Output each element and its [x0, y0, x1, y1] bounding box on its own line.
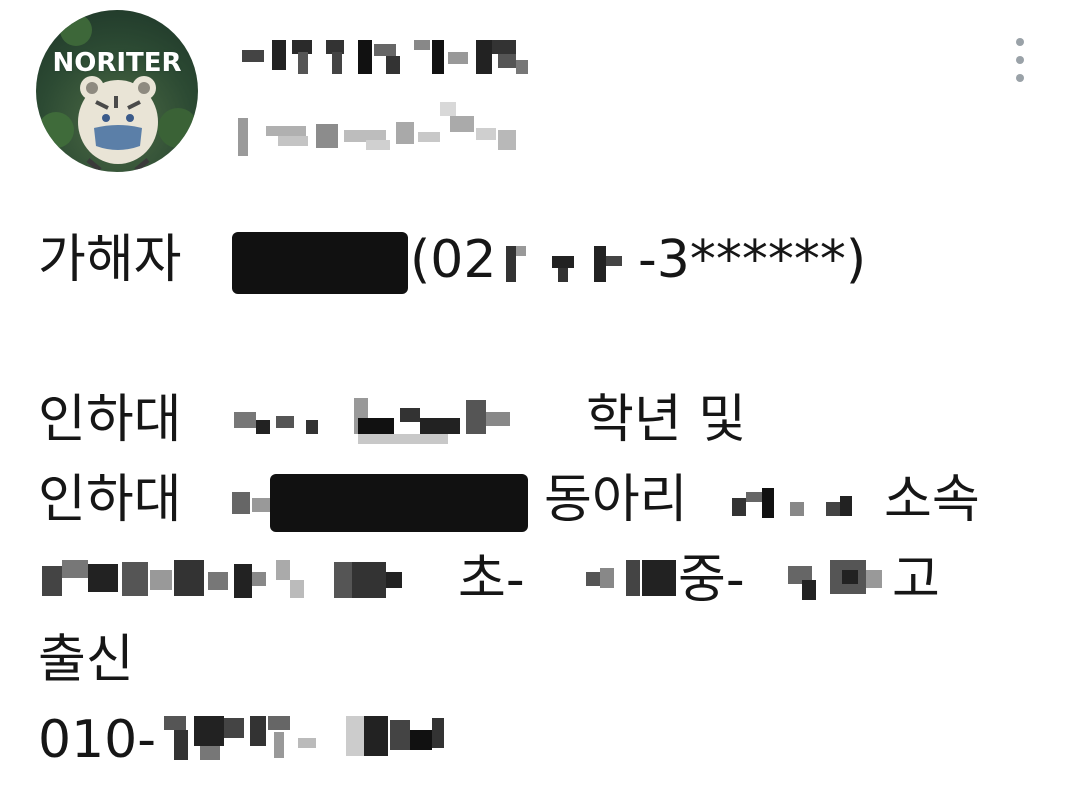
tweet-card: NORITER 가해자 (02 -3******) 인하대 학년 및 인하대 동… — [0, 0, 1080, 800]
line-text: 인하대 — [38, 470, 182, 530]
more-vert-icon — [1016, 38, 1024, 46]
redaction-block — [232, 232, 408, 294]
redaction-block — [270, 474, 528, 532]
tweet-line: 가해자 (02 -3******) — [38, 220, 1048, 300]
more-vert-icon — [1016, 74, 1024, 82]
avatar-brand-text: NORITER — [52, 48, 182, 78]
more-vert-icon — [1016, 56, 1024, 64]
tweet-line: 출신 — [38, 620, 1048, 700]
tweet-line: 인하대 학년 및 — [38, 380, 1048, 460]
pixelated-text — [232, 492, 270, 514]
tiger-icon — [38, 14, 198, 172]
line-text: -3******) — [638, 230, 867, 290]
line-text: 인하대 — [38, 390, 182, 450]
line-text: 소속 — [884, 470, 980, 530]
line-text: 고 — [892, 550, 940, 610]
pixelated-text — [42, 560, 402, 598]
line-text: 가해자 — [38, 230, 182, 290]
line-text: 출신 — [38, 630, 134, 690]
line-text: 동아리 — [544, 470, 688, 530]
tweet-line: 010- — [38, 700, 1048, 780]
line-text: 초- — [458, 550, 525, 610]
handle-pixelated — [236, 102, 536, 156]
pixelated-digits — [164, 716, 444, 760]
line-text: 010- — [38, 710, 157, 770]
more-options-button[interactable] — [1006, 38, 1034, 82]
avatar[interactable]: NORITER — [36, 10, 198, 172]
line-text: (02 — [410, 230, 497, 290]
tweet-line: 인하대 동아리 소속 — [38, 460, 1048, 540]
pixelated-text — [788, 560, 882, 600]
pixelated-text — [732, 488, 852, 518]
pixelated-text — [234, 398, 510, 444]
display-name-pixelated[interactable] — [236, 32, 556, 78]
tweet-body: 가해자 (02 -3******) 인하대 학년 및 인하대 동아리 소속 초-… — [38, 220, 1048, 780]
tweet-line: 초- 중- 고 — [38, 540, 1048, 620]
line-text: 중- — [678, 550, 745, 610]
line-text: 학년 및 — [586, 390, 747, 450]
